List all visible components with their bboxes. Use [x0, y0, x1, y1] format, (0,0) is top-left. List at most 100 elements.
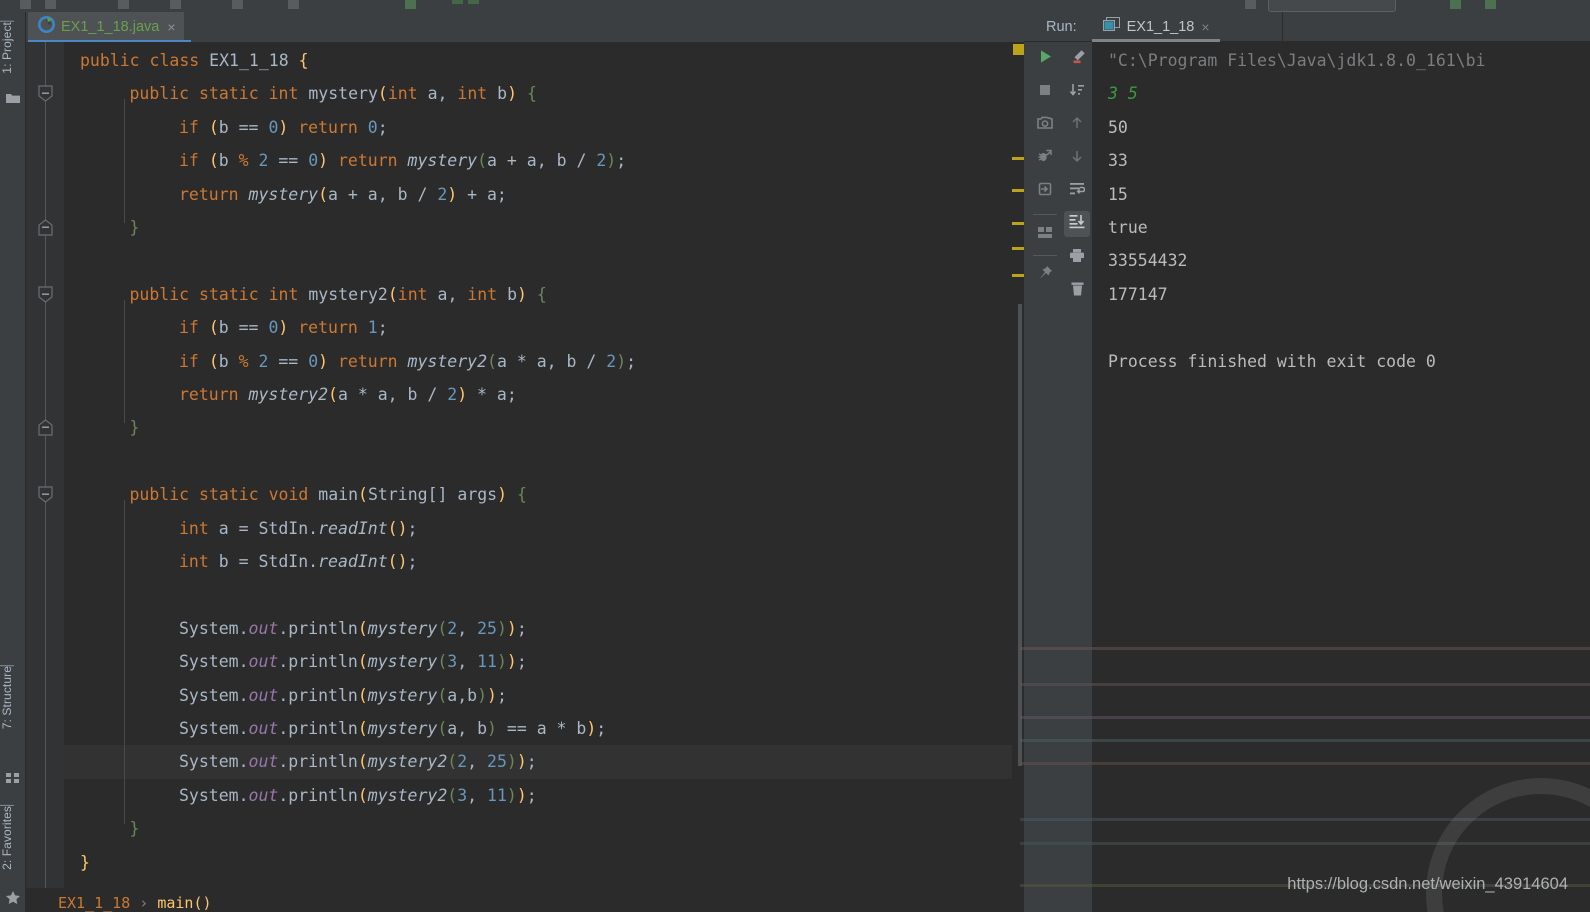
soft-wrap-button[interactable]	[1064, 178, 1090, 204]
code-line[interactable]: }	[64, 846, 1012, 879]
code-token: a,	[417, 84, 458, 104]
code-line[interactable]	[64, 244, 1012, 277]
code-line[interactable]: public class EX1_1_18 {	[64, 44, 1012, 77]
code-token: 3	[457, 785, 468, 805]
sidebar-item-project[interactable]: 1: Project	[0, 18, 26, 77]
arrow-down-icon	[1069, 148, 1085, 169]
fold-marker-down[interactable]	[38, 85, 53, 103]
code-token: return	[298, 318, 358, 338]
toolbar-icon[interactable]	[232, 0, 243, 9]
highlight-button[interactable]	[1064, 46, 1090, 72]
console-line[interactable]: 177147	[1108, 278, 1168, 311]
code-line[interactable]: System.out.println(mystery(3, 11));	[64, 645, 1012, 678]
resume-program-button[interactable]	[1032, 178, 1058, 204]
toolbar-icon[interactable]	[288, 0, 299, 9]
console-icon	[1102, 16, 1120, 37]
breadcrumb-class[interactable]: EX1_1_18	[58, 894, 130, 912]
code-line[interactable]	[64, 578, 1012, 611]
code-line[interactable]	[64, 445, 1012, 478]
console-line[interactable]: true	[1108, 211, 1148, 244]
warning-marker[interactable]	[1012, 189, 1024, 192]
code-line[interactable]: return mystery(a + a, b / 2) + a;	[64, 178, 1012, 211]
run-configuration-selector[interactable]	[1268, 0, 1396, 12]
warning-marker[interactable]	[1012, 157, 1024, 160]
editor-scrollbar-thumb[interactable]	[1018, 304, 1022, 766]
scroll-to-end-button[interactable]	[1064, 211, 1090, 237]
layout-settings-button[interactable]	[1032, 222, 1058, 248]
sidebar-item-favorites[interactable]: 2: Favorites	[0, 802, 26, 873]
console-line[interactable]: Process finished with exit code 0	[1108, 345, 1436, 378]
toolbar-icon[interactable]	[1485, 0, 1496, 9]
sidebar-item-structure[interactable]: 7: Structure	[0, 662, 26, 732]
toolbar-icon[interactable]	[170, 0, 181, 9]
code-line[interactable]: if (b == 0) return 0;	[64, 111, 1012, 144]
rerun-button[interactable]	[1032, 46, 1058, 72]
code-line[interactable]: if (b == 0) return 1;	[64, 311, 1012, 344]
console-line[interactable]: 3 5	[1108, 77, 1138, 110]
code-line[interactable]: public static void main(String[] args) {	[64, 478, 1012, 511]
code-line[interactable]: }	[64, 411, 1012, 444]
console-line[interactable]: 33	[1108, 144, 1128, 177]
print-button[interactable]	[1064, 245, 1090, 271]
code-text-area[interactable]: public class EX1_1_18 {public static int…	[64, 42, 1012, 888]
clear-all-button[interactable]	[1064, 278, 1090, 304]
code-token: )	[517, 284, 527, 304]
toolbar-icon[interactable]	[118, 0, 129, 9]
run-tab-ex1-1-18[interactable]: EX1_1_18 ×	[1102, 16, 1210, 37]
toolbar-icon[interactable]	[468, 0, 479, 4]
code-line[interactable]: System.out.println(mystery(2, 25));	[64, 612, 1012, 645]
toolbar-icon[interactable]	[452, 0, 463, 4]
code-token: int	[397, 284, 428, 304]
toolbar-divider	[1033, 214, 1057, 215]
toolbar-icon[interactable]	[1450, 0, 1461, 9]
warning-marker[interactable]	[1012, 222, 1024, 225]
run-tab-title: EX1_1_18	[1126, 18, 1195, 35]
up-button[interactable]	[1064, 112, 1090, 138]
console-line[interactable]: 33554432	[1108, 244, 1187, 277]
code-line[interactable]: if (b % 2 == 0) return mystery(a + a, b …	[64, 144, 1012, 177]
code-token: .println	[278, 652, 358, 672]
breadcrumb[interactable]: EX1_1_18 › main()	[26, 888, 1024, 912]
code-line[interactable]: return mystery2(a * a, b / 2) * a;	[64, 378, 1012, 411]
editor-gutter[interactable]	[26, 42, 64, 888]
fold-marker-up[interactable]	[38, 419, 53, 436]
fold-marker-down[interactable]	[38, 486, 53, 503]
screenshot-button[interactable]	[1032, 112, 1058, 138]
code-line[interactable]: public static int mystery(int a, int b) …	[64, 77, 1012, 110]
editor-tab-ex1-1-18[interactable]: EX1_1_18.java ×	[28, 12, 184, 42]
pin-tab-button[interactable]	[1032, 262, 1058, 288]
toolbar-icon[interactable]	[1245, 0, 1256, 9]
warning-marker[interactable]	[1012, 247, 1024, 250]
console-line[interactable]: "C:\Program Files\Java\jdk1.8.0_161\bi	[1108, 44, 1486, 77]
code-line[interactable]: if (b % 2 == 0) return mystery2(a * a, b…	[64, 345, 1012, 378]
close-icon[interactable]: ×	[1201, 19, 1209, 35]
fold-marker-down[interactable]	[38, 286, 53, 303]
sort-button[interactable]	[1064, 79, 1090, 105]
fold-marker-up[interactable]	[38, 219, 53, 236]
code-line[interactable]: int b = StdIn.readInt();	[64, 545, 1012, 578]
console-output[interactable]: "C:\Program Files\Java\jdk1.8.0_161\bi 3 …	[1092, 42, 1590, 912]
code-line[interactable]: int a = StdIn.readInt();	[64, 512, 1012, 545]
rerun-failed-tests-button[interactable]	[1032, 145, 1058, 171]
code-line[interactable]: }	[64, 812, 1012, 845]
toolbar-icon[interactable]	[405, 0, 416, 9]
code-line[interactable]: public static int mystery2(int a, int b)…	[64, 278, 1012, 311]
stop-button[interactable]	[1032, 79, 1058, 105]
editor-tab-title: EX1_1_18.java	[61, 19, 160, 35]
code-line[interactable]: }	[64, 211, 1012, 244]
warning-marker[interactable]	[1012, 274, 1024, 277]
toolbar-icon[interactable]	[45, 0, 56, 9]
code-line[interactable]: System.out.println(mystery(a,b));	[64, 679, 1012, 712]
code-line[interactable]: System.out.println(mystery2(3, 11));	[64, 779, 1012, 812]
console-line[interactable]: 15	[1108, 178, 1128, 211]
inspection-status-marker[interactable]	[1013, 44, 1024, 55]
console-line[interactable]: 50	[1108, 111, 1128, 144]
code-editor[interactable]: public class EX1_1_18 {public static int…	[26, 42, 1024, 888]
breadcrumb-method[interactable]: main()	[157, 894, 211, 912]
code-line[interactable]: System.out.println(mystery2(2, 25));	[64, 745, 1012, 779]
close-icon[interactable]: ×	[167, 20, 175, 34]
down-button[interactable]	[1064, 145, 1090, 171]
toolbar-icon[interactable]	[20, 0, 31, 9]
code-line[interactable]: System.out.println(mystery(a, b) == a * …	[64, 712, 1012, 745]
